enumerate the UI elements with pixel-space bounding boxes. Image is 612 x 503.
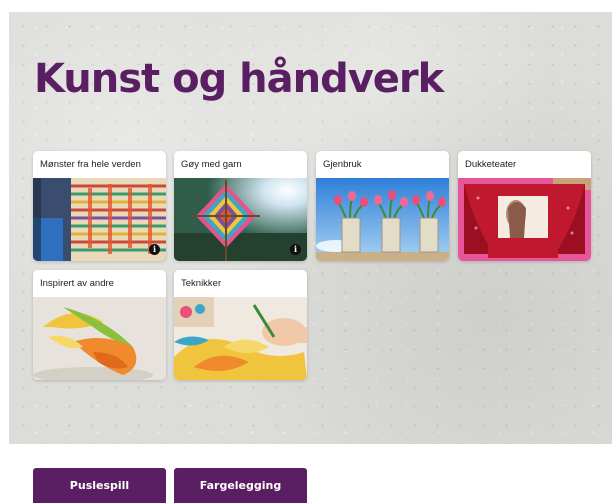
card-dukketeater[interactable]: Dukketeater: [458, 151, 591, 261]
woven-textile-photo: [33, 178, 166, 261]
card-goy-med-garn[interactable]: Gøy med garn i: [174, 151, 307, 261]
yarn-gods-eye-photo: [174, 178, 307, 261]
card-label: Teknikker: [174, 270, 307, 297]
card-gjenbruk[interactable]: Gjenbruk: [316, 151, 449, 261]
info-icon[interactable]: i: [149, 244, 160, 255]
card-teknikker[interactable]: Teknikker: [174, 270, 307, 380]
card-label: Dukketeater: [458, 151, 591, 178]
card-inspirert-av-andre[interactable]: Inspirert av andre: [33, 270, 166, 380]
paper-spiral-sculpture-photo: [33, 297, 166, 380]
page-title: Kunst og håndverk: [34, 56, 444, 102]
card-label: Gøy med garn: [174, 151, 307, 178]
fargelegging-button[interactable]: Fargelegging: [174, 468, 307, 503]
card-label: Gjenbruk: [316, 151, 449, 178]
painting-leaves-photo: [174, 297, 307, 380]
puslespill-button[interactable]: Puslespill: [33, 468, 166, 503]
tulips-in-tin-cans-photo: [316, 178, 449, 261]
card-label: Mønster fra hele verden: [33, 151, 166, 178]
info-icon[interactable]: i: [290, 244, 301, 255]
card-monster-fra-hele-verden[interactable]: Mønster fra hele verden i: [33, 151, 166, 261]
card-label: Inspirert av andre: [33, 270, 166, 297]
puppet-theater-photo: [458, 178, 591, 261]
